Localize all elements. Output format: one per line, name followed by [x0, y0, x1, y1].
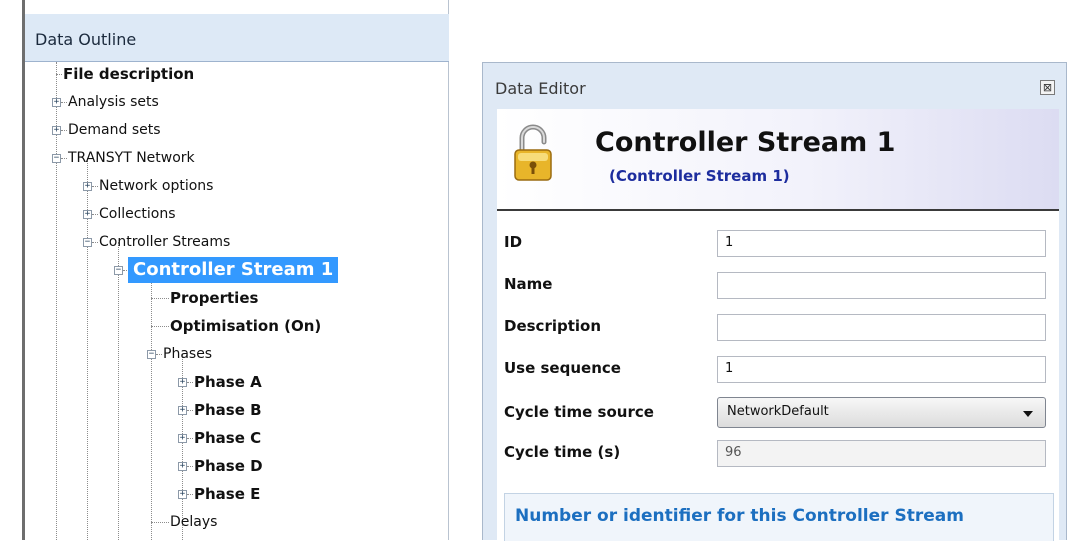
expand-plus-icon[interactable]: +: [178, 378, 187, 387]
tree-item-optimisation[interactable]: Optimisation (On): [170, 314, 321, 338]
tree-item-demand-sets[interactable]: Demand sets: [68, 118, 161, 142]
editor-header: Controller Stream 1 (Controller Stream 1…: [497, 109, 1059, 211]
tree-line: [187, 438, 193, 439]
collapse-minus-icon[interactable]: −: [83, 238, 92, 247]
tree-item-phases[interactable]: Phases: [163, 342, 212, 366]
tree-item-transyt-network[interactable]: TRANSYT Network: [68, 146, 195, 170]
use-sequence-label: Use sequence: [504, 359, 621, 377]
tree-line: [61, 130, 67, 131]
help-text: Number or identifier for this Controller…: [504, 493, 1054, 541]
cycle-time-label: Cycle time (s): [504, 443, 621, 461]
tree-item-phase-c[interactable]: Phase C: [194, 426, 261, 450]
editor-header-title: Controller Stream 1: [595, 127, 896, 158]
expand-plus-icon[interactable]: +: [83, 182, 92, 191]
data-outline-panel: Data Outline File description + Analysis…: [22, 0, 449, 540]
expand-plus-icon[interactable]: +: [178, 490, 187, 499]
tree-item-controller-stream-1-selected[interactable]: Controller Stream 1: [128, 257, 339, 283]
data-editor-title: Data Editor: [495, 79, 586, 98]
chevron-down-icon[interactable]: [1023, 411, 1033, 417]
cycle-time-source-label: Cycle time source: [504, 403, 654, 421]
unlocked-padlock-icon: [514, 124, 552, 181]
tree-line: [118, 242, 119, 540]
tree-item-controller-streams[interactable]: Controller Streams: [99, 230, 230, 254]
cycle-time-source-value: NetworkDefault: [727, 404, 829, 419]
tree-line: [187, 382, 193, 383]
tree-line: [56, 74, 62, 75]
tree-line: [61, 158, 67, 159]
use-sequence-field[interactable]: 1: [717, 356, 1046, 383]
tree-line: [187, 410, 193, 411]
expand-plus-icon[interactable]: +: [178, 406, 187, 415]
name-label: Name: [504, 275, 553, 293]
description-field[interactable]: [717, 314, 1046, 341]
tree-line: [151, 326, 169, 327]
description-label: Description: [504, 317, 602, 335]
tree-item-properties[interactable]: Properties: [170, 286, 258, 310]
cycle-time-field: 96: [717, 440, 1046, 467]
id-field[interactable]: 1: [717, 230, 1046, 257]
tree-line: [156, 354, 162, 355]
expand-plus-icon[interactable]: +: [52, 126, 61, 135]
tree-line: [187, 466, 193, 467]
tree-item-file-description[interactable]: File description: [63, 62, 194, 86]
outline-tree: File description + Analysis sets + Deman…: [25, 62, 449, 540]
expand-plus-icon[interactable]: +: [83, 210, 92, 219]
expand-plus-icon[interactable]: +: [178, 462, 187, 471]
tree-item-phase-b[interactable]: Phase B: [194, 398, 262, 422]
id-label: ID: [504, 233, 523, 251]
tree-item-network-options[interactable]: Network options: [99, 174, 213, 198]
tree-line: [92, 242, 98, 243]
expand-plus-icon[interactable]: +: [178, 434, 187, 443]
expand-plus-icon[interactable]: +: [52, 98, 61, 107]
tree-line: [61, 102, 67, 103]
tree-item-phase-a[interactable]: Phase A: [194, 370, 262, 394]
collapse-minus-icon[interactable]: −: [114, 266, 123, 275]
tree-item-collections[interactable]: Collections: [99, 202, 176, 226]
collapse-minus-icon[interactable]: −: [52, 154, 61, 163]
cycle-time-source-dropdown[interactable]: NetworkDefault: [717, 397, 1046, 428]
tree-line: [92, 214, 98, 215]
tree-line: [151, 522, 169, 523]
tree-line: [151, 270, 152, 540]
name-field[interactable]: [717, 272, 1046, 299]
collapse-minus-icon[interactable]: −: [147, 350, 156, 359]
tree-line: [92, 186, 98, 187]
close-icon[interactable]: ⊠: [1040, 80, 1055, 95]
editor-header-subtitle: (Controller Stream 1): [609, 167, 790, 185]
data-outline-title: Data Outline: [25, 14, 449, 62]
tree-line: [187, 494, 193, 495]
editor-body: Controller Stream 1 (Controller Stream 1…: [497, 109, 1059, 541]
tree-item-analysis-sets[interactable]: Analysis sets: [68, 90, 159, 114]
tree-item-delays[interactable]: Delays: [170, 510, 217, 534]
data-editor-panel: Data Editor ⊠ Controller Stream 1 (Contr…: [482, 62, 1067, 541]
tree-item-phase-e[interactable]: Phase E: [194, 482, 260, 506]
tree-item-phase-d[interactable]: Phase D: [194, 454, 263, 478]
tree-line: [151, 298, 169, 299]
